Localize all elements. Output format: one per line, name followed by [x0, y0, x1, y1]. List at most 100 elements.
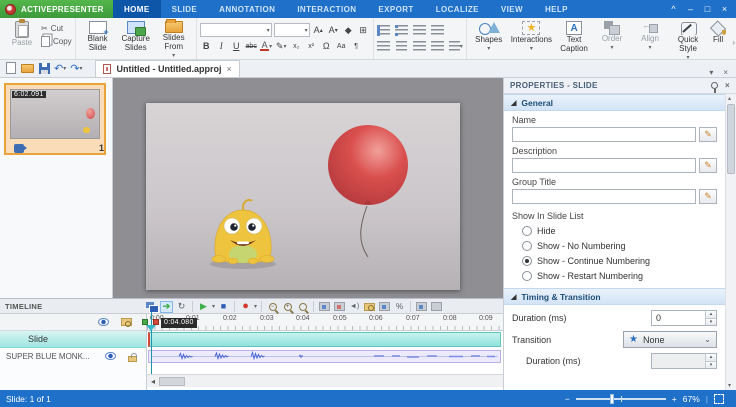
clear-formatting-icon[interactable]: ◆	[342, 23, 355, 37]
spin-down-icon[interactable]: ▾	[706, 318, 716, 326]
scroll-down-icon[interactable]: ▾	[728, 382, 731, 389]
record-options-icon[interactable]: ▾	[254, 303, 257, 310]
align-objects-button[interactable]: Align ▾	[631, 20, 669, 52]
tab-view[interactable]: VIEW	[490, 0, 534, 18]
italic-button[interactable]: I	[215, 39, 228, 53]
font-color-button[interactable]: A▾	[260, 39, 273, 53]
pane-options-icon[interactable]: ▾	[709, 68, 713, 77]
symbol-button[interactable]: Ω	[320, 39, 333, 53]
shapes-button[interactable]: Shapes ▾	[470, 20, 508, 53]
section-general[interactable]: ◢ General	[504, 94, 725, 111]
cut-range-icon[interactable]: %	[393, 301, 406, 313]
tab-slide[interactable]: SLIDE	[161, 0, 209, 18]
document-tab-close-icon[interactable]: ×	[226, 64, 231, 74]
paste-button[interactable]: Paste	[3, 20, 41, 49]
tab-annotation[interactable]: ANNOTATION	[208, 0, 286, 18]
timeline-hscrollbar[interactable]: ◂	[147, 374, 503, 387]
timeline-ruler[interactable]: 0:00 0:01 0:02 0:03 0:04 0:05 0:06 0:07 …	[147, 314, 503, 331]
minimize-button[interactable]: –	[682, 2, 699, 17]
cut-button[interactable]: ✂ Cut	[41, 24, 72, 33]
scroll-up-icon[interactable]: ▴	[728, 95, 731, 102]
capture-slides-button[interactable]: Capture Slides	[117, 20, 155, 54]
new-document-button[interactable]	[5, 61, 17, 75]
pin-panel-icon[interactable]	[711, 82, 718, 89]
shrink-font-button[interactable]: A▾	[327, 23, 340, 37]
playhead-line[interactable]	[151, 312, 152, 374]
justify-button[interactable]	[431, 39, 444, 53]
description-input[interactable]	[512, 158, 696, 173]
increase-indent-button[interactable]	[431, 23, 444, 37]
stop-button[interactable]: ■	[217, 301, 230, 313]
audio-track-bar[interactable]	[148, 350, 501, 363]
properties-scrollbar[interactable]: ▴ ▾	[725, 94, 736, 390]
tab-export[interactable]: EXPORT	[367, 0, 424, 18]
zoom-slider-thumb[interactable]	[610, 394, 614, 404]
close-panel-icon[interactable]: ×	[725, 81, 730, 90]
preview-all-slides-icon[interactable]	[145, 301, 158, 313]
radio-option-0[interactable]: Hide	[522, 223, 717, 238]
zoom-fit-icon[interactable]	[296, 301, 309, 313]
interactions-button[interactable]: ★ Interactions ▾	[508, 20, 555, 53]
group-title-input[interactable]	[512, 189, 696, 204]
radio-option-1[interactable]: Show - No Numbering	[522, 238, 717, 253]
save-button[interactable]	[38, 61, 50, 75]
redo-button[interactable]: ↷▾	[70, 61, 82, 75]
tab-localize[interactable]: LOCALIZE	[425, 0, 490, 18]
slide-thumbnail[interactable]: 6:02.091 1	[4, 83, 106, 155]
zoom-out-button[interactable]: −	[565, 394, 570, 404]
hscrollbar-thumb[interactable]	[159, 377, 185, 386]
highlight-color-button[interactable]: ✎▾	[275, 39, 288, 53]
align-right-button[interactable]	[413, 39, 426, 53]
tab-interaction[interactable]: INTERACTION	[286, 0, 367, 18]
transition-dropdown[interactable]: ★ None ⌄	[623, 331, 717, 348]
duration-spinner[interactable]: 0 ▴▾	[651, 310, 717, 326]
scrollbar-thumb[interactable]	[727, 104, 735, 174]
grow-font-button[interactable]: A▴	[312, 23, 325, 37]
blank-slide-button[interactable]: Blank Slide	[79, 20, 117, 54]
duration-value[interactable]: 0	[652, 311, 705, 325]
track-lock-icon[interactable]	[128, 356, 137, 362]
font-family-select[interactable]: ▾	[200, 23, 272, 37]
closed-caption-icon[interactable]	[430, 301, 443, 313]
edit-group-title-button[interactable]: ✎	[699, 189, 717, 204]
copy-button[interactable]: Copy	[41, 36, 72, 47]
record-button[interactable]: ●	[239, 301, 252, 313]
playhead-handle[interactable]	[146, 325, 156, 331]
text-direction-button[interactable]: ¶	[350, 39, 363, 53]
font-size-select[interactable]: ▾	[274, 23, 310, 37]
fit-to-window-icon[interactable]	[714, 394, 724, 404]
app-menu-button[interactable]: ACTIVEPRESENTER	[0, 0, 113, 18]
radio-option-3[interactable]: Show - Restart Numbering	[522, 268, 717, 283]
order-button[interactable]: Order ▾	[593, 20, 631, 52]
quick-style-button[interactable]: Quick Style ▾	[669, 20, 707, 60]
change-case-button[interactable]: Aa	[335, 39, 348, 53]
section-timing-transition[interactable]: ◢ Timing & Transition	[504, 288, 725, 305]
pane-close-icon[interactable]: ×	[723, 68, 728, 77]
numbered-list-button[interactable]	[377, 23, 390, 37]
open-button[interactable]	[21, 61, 34, 75]
insert-time-icon[interactable]	[318, 301, 331, 313]
play-options-icon[interactable]: ▾	[212, 303, 215, 310]
text-caption-button[interactable]: A Text Caption	[555, 20, 593, 55]
slide-track-bar[interactable]	[148, 332, 501, 347]
align-left-button[interactable]	[377, 39, 390, 53]
zoom-out-icon[interactable]: −	[266, 301, 279, 313]
subscript-button[interactable]: x₂	[290, 39, 303, 53]
track-row-slide[interactable]: Slide	[0, 331, 146, 348]
play-button[interactable]: ▶	[197, 301, 210, 313]
slides-from-button[interactable]: Slides From ▾	[155, 20, 193, 60]
tab-help[interactable]: HELP	[534, 0, 579, 18]
slide-stage[interactable]	[146, 103, 460, 290]
narration-icon[interactable]	[415, 301, 428, 313]
edit-description-button[interactable]: ✎	[699, 158, 717, 173]
decrease-indent-button[interactable]	[413, 23, 426, 37]
zoom-in-icon[interactable]: +	[281, 301, 294, 313]
radio-option-2[interactable]: Show - Continue Numbering	[522, 253, 717, 268]
name-input[interactable]	[512, 127, 696, 142]
split-icon[interactable]	[378, 301, 391, 313]
edit-name-button[interactable]: ✎	[699, 127, 717, 142]
zoom-slider[interactable]	[576, 398, 666, 400]
preview-current-slide-icon[interactable]: ➔	[160, 301, 173, 313]
strikethrough-button[interactable]: abc	[245, 39, 258, 53]
loop-playback-icon[interactable]: ↻	[175, 301, 188, 313]
